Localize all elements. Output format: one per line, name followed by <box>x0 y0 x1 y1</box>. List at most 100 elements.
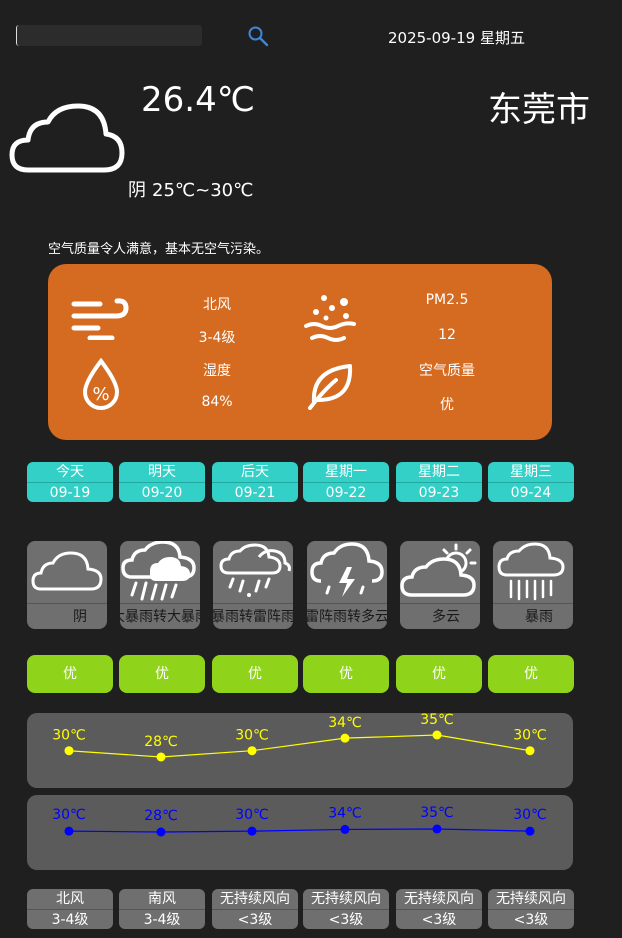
day-name: 明天 <box>119 462 205 483</box>
day-tab-5[interactable]: 星期三 09-24 <box>488 462 574 502</box>
wind-direction: 无持续风向 <box>488 889 574 910</box>
aqi-badge-2[interactable]: 优 <box>212 655 298 693</box>
wind-tab-1: 南风 3-4级 <box>119 889 205 929</box>
low-temp-point-3 <box>340 824 350 834</box>
high-temp-label-3: 34℃ <box>328 715 362 731</box>
day-name: 星期三 <box>488 462 574 483</box>
weather-card-2[interactable]: 暴雨转雷阵雨 <box>213 541 293 629</box>
humidity-icon: % <box>82 358 120 410</box>
high-temp-label-0: 30℃ <box>52 728 86 744</box>
day-tab-0[interactable]: 今天 09-19 <box>27 462 113 502</box>
wind-direction: 北风 <box>203 297 231 313</box>
day-date: 09-19 <box>49 485 91 501</box>
wind-direction: 无持续风向 <box>212 889 298 910</box>
search-icon[interactable] <box>246 24 270 48</box>
wind-level: <3级 <box>421 912 457 928</box>
leaf-icon <box>308 364 353 410</box>
pm25-value: 12 <box>438 327 456 343</box>
low-temp-label-0: 30℃ <box>52 807 86 823</box>
low-temp-point-2 <box>247 826 257 836</box>
day-date: 09-20 <box>141 485 183 501</box>
air-quality-value: 优 <box>440 397 454 413</box>
current-temperature: 26.4℃ <box>141 80 255 120</box>
aqi-badge-3[interactable]: 优 <box>303 655 389 693</box>
aqi-badge-1[interactable]: 优 <box>119 655 205 693</box>
aqi-badge-4[interactable]: 优 <box>396 655 482 693</box>
pm25-label: PM2.5 <box>425 292 469 308</box>
high-temp-label-5: 30℃ <box>513 728 547 744</box>
day-name: 星期一 <box>303 462 389 483</box>
aqi-badge-5[interactable]: 优 <box>488 655 574 693</box>
wind-direction: 无持续风向 <box>396 889 482 910</box>
wind-level: 3-4级 <box>143 912 181 928</box>
low-temp-label-1: 28℃ <box>144 808 178 824</box>
high-temp-label-4: 35℃ <box>420 713 454 728</box>
low-temp-point-1 <box>156 827 166 837</box>
high-temp-point-1 <box>156 752 166 762</box>
low-temp-point-0 <box>64 826 74 836</box>
weather-card-0[interactable]: 阴 <box>27 541 107 629</box>
day-tab-2[interactable]: 后天 09-21 <box>212 462 298 502</box>
day-tab-3[interactable]: 星期一 09-22 <box>303 462 389 502</box>
temperature-range: 25℃~30℃ <box>152 180 254 201</box>
wind-direction: 南风 <box>119 889 205 910</box>
current-date: 2025-09-19 星期五 <box>388 29 525 47</box>
day-date: 09-23 <box>418 485 460 501</box>
weather-text: 多云 <box>432 609 460 625</box>
wind-tab-5: 无持续风向 <3级 <box>488 889 574 929</box>
weather-text: 大暴雨转大暴雨 <box>120 609 200 625</box>
low-temp-label-2: 30℃ <box>235 807 269 823</box>
wind-level: <3级 <box>328 912 364 928</box>
wind-tab-4: 无持续风向 <3级 <box>396 889 482 929</box>
current-condition: 阴 25℃~30℃ <box>128 176 259 202</box>
weather-card-5[interactable]: 暴雨 <box>493 541 573 629</box>
weather-card-1[interactable]: 大暴雨转大暴雨 <box>120 541 200 629</box>
low-temp-label-4: 35℃ <box>420 805 454 821</box>
high-temp-point-5 <box>525 746 535 756</box>
low-temp-point-4 <box>432 824 442 834</box>
weather-card-3[interactable]: 雷阵雨转多云 <box>307 541 387 629</box>
wind-level: 3-4级 <box>198 330 236 346</box>
wind-direction: 无持续风向 <box>303 889 389 910</box>
cloud-icon <box>31 551 103 591</box>
air-quality-label: 空气质量 <box>419 363 475 379</box>
day-date: 09-21 <box>234 485 276 501</box>
heavy-rain-icon <box>121 541 196 601</box>
city-name: 东莞市 <box>488 90 590 130</box>
day-tab-4[interactable]: 星期二 09-23 <box>396 462 482 502</box>
wind-direction: 北风 <box>27 889 113 910</box>
cloud-icon <box>9 103 125 173</box>
wind-level: <3级 <box>513 912 549 928</box>
low-temp-line <box>68 828 531 833</box>
dust-icon <box>304 295 356 342</box>
high-temp-point-3 <box>340 733 350 743</box>
wind-icon <box>71 298 129 340</box>
high-temp-line <box>68 734 531 758</box>
wind-level: <3级 <box>237 912 273 928</box>
rain-icon <box>497 542 565 601</box>
day-name: 星期二 <box>396 462 482 483</box>
air-quality-note: 空气质量令人满意，基本无空气污染。 <box>48 242 270 257</box>
svg-text:%: % <box>92 384 109 405</box>
weather-text: 暴雨转雷阵雨 <box>213 609 293 625</box>
thunder-icon <box>310 542 384 597</box>
day-tab-1[interactable]: 明天 09-20 <box>119 462 205 502</box>
wind-tab-3: 无持续风向 <3级 <box>303 889 389 929</box>
low-temp-label-3: 34℃ <box>328 805 362 821</box>
high-temp-chart-box: 30℃ 28℃ 30℃ 34℃ 35℃ 30℃ <box>27 712 573 788</box>
weather-text: 雷阵雨转多云 <box>307 609 387 625</box>
rain-storm-icon <box>219 543 291 597</box>
low-temp-chart-box: 30℃ 28℃ 30℃ 34℃ 35℃ 30℃ <box>27 795 573 870</box>
city-search-input[interactable] <box>16 25 202 46</box>
weather-text: 阴 <box>73 609 87 625</box>
high-temp-label-2: 30℃ <box>235 728 269 744</box>
day-name: 后天 <box>212 462 298 483</box>
humidity-label: 湿度 <box>203 363 231 379</box>
aqi-badge-0[interactable]: 优 <box>27 655 113 693</box>
day-date: 09-22 <box>325 485 367 501</box>
weather-card-4[interactable]: 多云 <box>400 541 480 629</box>
high-temp-point-2 <box>247 746 257 756</box>
condition-text: 阴 <box>128 180 146 201</box>
high-temp-label-1: 28℃ <box>144 734 178 750</box>
low-temp-label-5: 30℃ <box>513 807 547 823</box>
